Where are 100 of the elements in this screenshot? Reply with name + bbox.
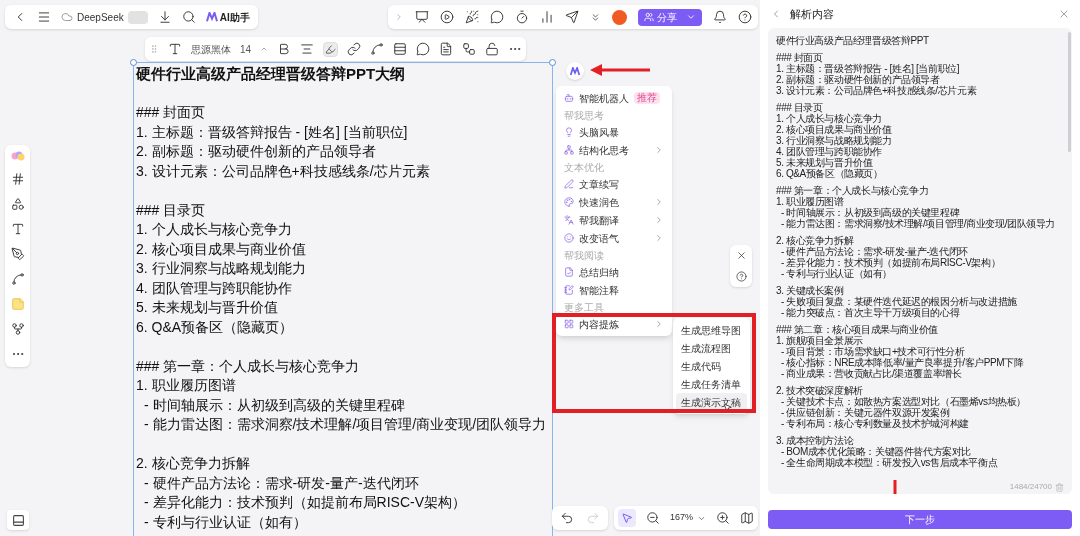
content-heading: 硬件行业高级产品经理晋级答辩PPT	[776, 35, 930, 46]
flow-icon[interactable]	[462, 42, 477, 56]
menu-item[interactable]: 头脑风暴	[556, 123, 672, 141]
rows-icon[interactable]	[393, 42, 408, 56]
character-counter: 1484/24700	[1009, 481, 1052, 493]
document-line: ### 封面页	[136, 103, 207, 122]
document-line: ### 第一章：个人成长与核心竞争力	[136, 356, 361, 376]
content-subline: - 能力突破点：首次主导千万级项目的心得	[780, 307, 960, 318]
double-chevron-icon[interactable]	[590, 11, 601, 23]
next-button[interactable]: 下一步	[768, 510, 1072, 529]
user-avatar[interactable]	[612, 9, 627, 25]
shapes-icon[interactable]	[10, 197, 25, 211]
menu-section-label: 文本优化	[563, 160, 605, 175]
submenu-item[interactable]: 生成流程图	[676, 339, 747, 357]
content-subline: - 商业成果：营收贡献占比/渠道覆盖率增长	[780, 368, 962, 379]
submenu-item[interactable]: 生成任务清单	[676, 375, 747, 393]
menu-item[interactable]: 帮我翻译	[556, 211, 672, 229]
frame-icon[interactable]	[10, 172, 25, 186]
menu-icon[interactable]	[37, 10, 51, 24]
content-subline: - 硬件产品方法论：需求-研发-量产-迭代闭环	[780, 246, 969, 257]
download-icon[interactable]	[157, 10, 172, 24]
pen-icon[interactable]	[10, 247, 25, 261]
align-icon[interactable]	[300, 42, 315, 56]
link-icon[interactable]	[347, 42, 362, 56]
font-size-field[interactable]: 14	[240, 41, 252, 57]
zoom-level[interactable]: 167%	[669, 511, 693, 525]
info-icon[interactable]	[735, 271, 747, 282]
pointer-icon	[620, 512, 633, 524]
play-icon[interactable]	[440, 10, 454, 24]
line-tool-icon[interactable]	[10, 272, 25, 286]
minimap-button[interactable]	[7, 510, 29, 530]
submenu-item[interactable]: 生成代码	[676, 357, 747, 375]
content-line: ### 封面页	[776, 52, 824, 63]
map-icon[interactable]	[740, 511, 754, 525]
text-tool-icon[interactable]	[10, 222, 25, 236]
submenu-chevron-icon	[654, 145, 664, 155]
document-subline: - 差异化能力：技术预判（如提前布局RISC-V架构）	[143, 493, 467, 512]
menu-item[interactable]: 改变语气	[556, 229, 672, 247]
content-line: ### 目录页	[776, 102, 823, 113]
share-button[interactable]: 分享	[638, 8, 702, 26]
font-select[interactable]: 思源黑体	[191, 41, 231, 57]
menu-item[interactable]: 结构化思考	[556, 141, 672, 159]
select-tool[interactable]	[617, 509, 636, 527]
lock-icon[interactable]	[485, 42, 500, 56]
content-line: 2. 副标题：驱动硬件创新的产品领导者	[776, 74, 940, 85]
document-line: 2. 副标题：驱动硬件创新的产品领导者	[136, 142, 377, 161]
ai-logo-icon	[205, 12, 218, 22]
document-line: 3. 设计元素：公司品牌色+科技感线条/芯片元素	[136, 161, 431, 181]
ai-assistant-button[interactable]: AI助手	[205, 9, 250, 25]
content-subline: - 失败项目复盘：某硬件迭代延迟的根因分析与改进措施	[780, 296, 1018, 307]
panel-icon	[11, 513, 25, 527]
mindmap-icon[interactable]	[10, 322, 25, 336]
document-title: 硬件行业高级产品经理晋级答辩PPT大纲	[136, 64, 407, 84]
connector-icon[interactable]	[370, 42, 385, 56]
document-subline: - 能力雷达图：需求洞察/技术理解/项目管理/商业变现/团队领导力	[143, 415, 548, 434]
menu-item[interactable]: 智能机器人 推荐	[556, 89, 672, 107]
menu-section-label: 更多工具	[563, 300, 605, 315]
content-line: 2. 技术突破深度解析	[776, 385, 864, 396]
comment-icon[interactable]	[490, 10, 504, 24]
send-icon[interactable]	[565, 10, 579, 24]
menu-item[interactable]: 快速润色	[556, 193, 672, 211]
note-icon[interactable]	[439, 42, 454, 56]
notebook-icon	[564, 285, 574, 295]
timer-icon[interactable]	[515, 10, 529, 24]
close-icon[interactable]	[1058, 8, 1070, 20]
drag-handle-icon[interactable]	[149, 43, 159, 55]
document-line: 2. 核心竞争力拆解	[136, 454, 251, 473]
submenu-item[interactable]: 生成思维导图	[676, 321, 747, 339]
menu-item[interactable]: 内容提炼	[556, 315, 672, 333]
document-line: 6. Q&A预备区（隐藏页）	[136, 317, 295, 337]
search-icon[interactable]	[181, 10, 196, 24]
presentation-icon[interactable]	[415, 10, 429, 24]
menu-item-label: 智能机器人	[579, 91, 629, 106]
menu-item[interactable]: 文章续写	[556, 175, 672, 193]
zoom-out-icon[interactable]	[645, 511, 660, 525]
bold-icon[interactable]	[277, 42, 292, 56]
document-subline: - 硬件产品方法论：需求-研发-量产-迭代闭环	[143, 473, 420, 493]
chart-icon[interactable]	[540, 10, 554, 24]
menu-item-label: 智能注释	[579, 283, 619, 298]
menu-item[interactable]: 智能注释	[556, 281, 672, 299]
undo-icon[interactable]	[559, 511, 574, 525]
content-line: 1. 旗舰项目全景展示	[776, 335, 863, 346]
bot-icon	[564, 93, 574, 103]
content-subline: - 时间轴展示：从初级到高级的关键里程碑	[780, 207, 961, 218]
smile-icon	[564, 233, 574, 243]
menu-item[interactable]: 总结归纳	[556, 263, 672, 281]
file-name: DeepSeek	[77, 10, 124, 25]
comment-icon[interactable]	[416, 42, 431, 56]
ai-button[interactable]	[566, 62, 584, 80]
notification-icon[interactable]	[713, 10, 727, 24]
text-style-icon[interactable]	[168, 42, 182, 56]
document-line: 2. 核心项目成果与商业价值	[136, 239, 307, 259]
help-icon[interactable]	[738, 10, 752, 24]
content-line: 1. 主标题：晋级答辩报告 - [姓名] [当前职位]	[776, 63, 961, 74]
pen-icon	[564, 179, 574, 189]
zoom-in-icon[interactable]	[716, 511, 730, 525]
menu-section-label: 帮我思考	[563, 108, 605, 123]
content-line: 3. 行业洞察与战略规划能力	[776, 135, 893, 146]
content-subline: - 核心指标：NRE成本降低率/量产良率提升/客户PPM下降	[780, 357, 1025, 368]
party-popper-icon[interactable]	[465, 10, 479, 24]
